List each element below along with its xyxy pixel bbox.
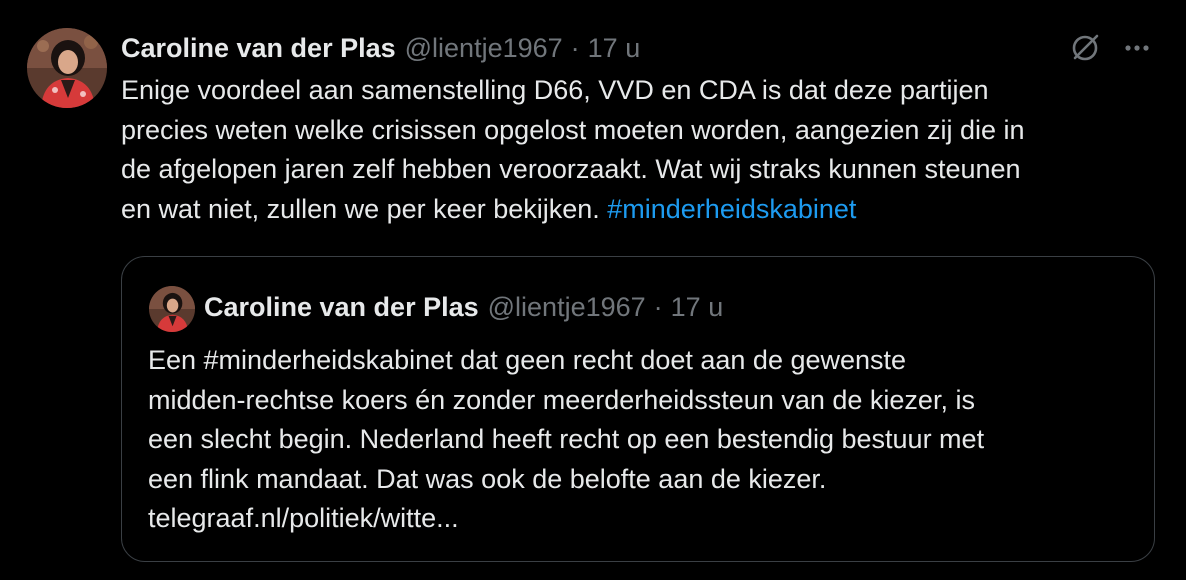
grok-icon[interactable] [1067, 30, 1103, 66]
hashtag-link[interactable]: #minderheidskabinet [607, 194, 856, 224]
author-name[interactable]: Caroline van der Plas [121, 30, 396, 66]
timestamp[interactable]: 17 u [588, 30, 641, 66]
quoted-tweet-link[interactable]: telegraaf.nl/politiek/witte... [148, 503, 459, 533]
quoted-timestamp: 17 u [670, 292, 724, 322]
tweet-body: Enige voordeel aan samenstelling D66, VV… [121, 71, 1161, 229]
quoted-author-name: Caroline van der Plas [204, 292, 479, 322]
more-options-icon[interactable] [1119, 30, 1155, 66]
separator-dot: · [570, 33, 580, 63]
quoted-tweet-card[interactable]: Caroline van der Plas @lientje1967 · 17 … [121, 256, 1155, 562]
tweet-text: Enige voordeel aan samenstelling D66, VV… [121, 75, 1025, 224]
quoted-tweet-header: Caroline van der Plas @lientje1967 · 17 … [204, 289, 723, 325]
tweet-header: Caroline van der Plas @lientje1967 · 17 … [121, 30, 640, 66]
quoted-tweet-body: Een #minderheidskabinet dat geen recht d… [148, 341, 1138, 539]
quoted-tweet-text: Een #minderheidskabinet dat geen recht d… [148, 345, 985, 494]
author-avatar[interactable] [27, 28, 107, 108]
tweet[interactable]: Caroline van der Plas @lientje1967 · 17 … [0, 0, 1186, 580]
quoted-author-handle: @lientje1967 [487, 292, 646, 322]
quoted-author-avatar [149, 286, 195, 332]
quoted-separator-dot: · [653, 292, 663, 322]
author-handle[interactable]: @lientje1967 [405, 30, 563, 66]
